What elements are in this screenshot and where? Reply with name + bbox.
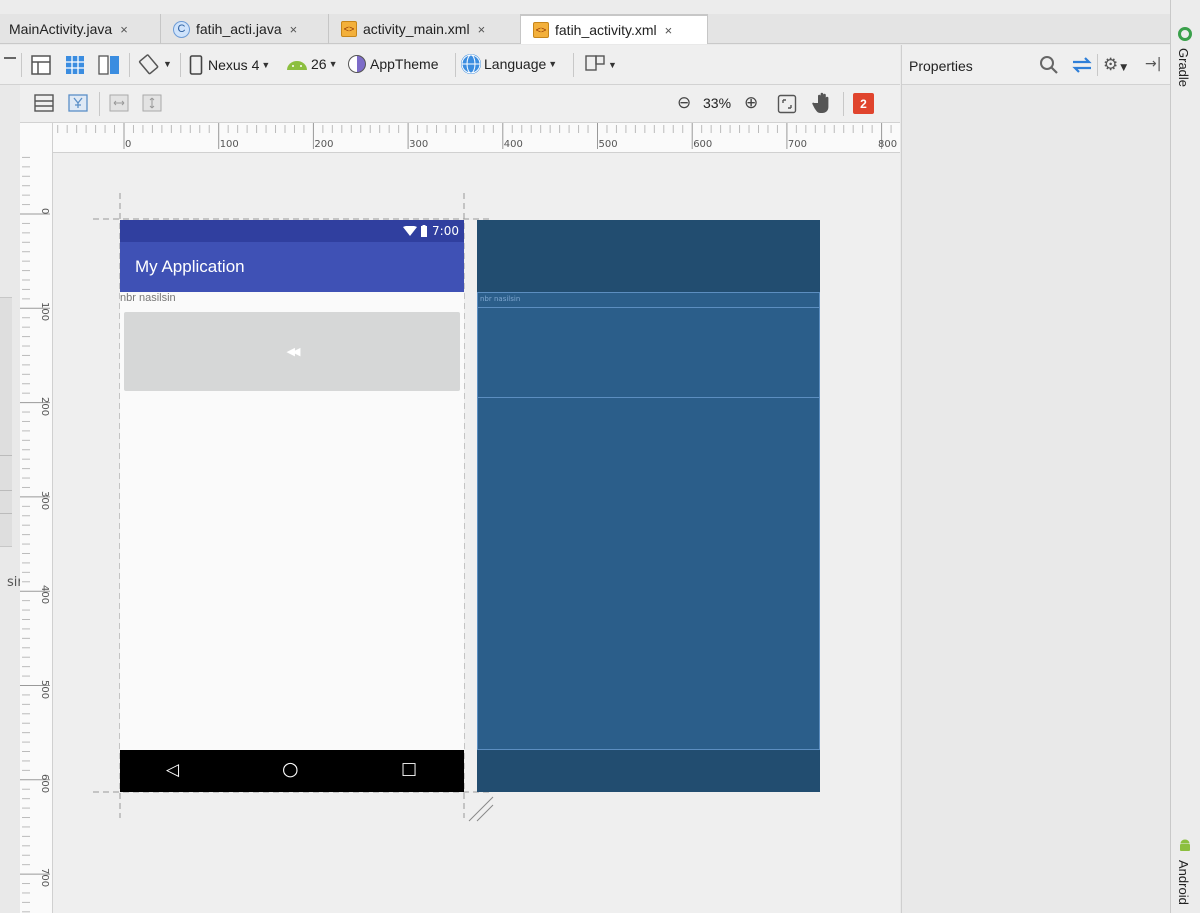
close-icon[interactable]: × [665,23,673,38]
ruler-tick-label: 300 [409,139,429,150]
tab-label: fatih_acti.java [196,21,282,37]
show-constraints-icon[interactable] [34,94,54,112]
ruler-tick-label: 600 [693,139,713,150]
image-button-preview[interactable]: ◀◀ [124,312,460,391]
xml-file-icon: <> [341,21,357,37]
close-icon[interactable]: × [120,22,128,37]
blueprint-text-label: nbr nasilsin [480,295,521,303]
swap-view-icon[interactable] [1070,56,1094,78]
zoom-out-button[interactable]: ⊖ [677,93,691,113]
vertical-ruler [20,123,53,913]
status-time: 7:00 [432,224,459,238]
zoom-level: 33% [703,95,732,111]
android-icon [287,61,307,70]
tab-label: MainActivity.java [9,21,113,37]
ruler-tick-label: 700 [39,868,50,888]
horizontal-ruler [20,123,900,153]
zoom-to-fit-icon[interactable] [777,94,797,114]
close-icon[interactable]: × [290,22,298,37]
gradle-panel-tab[interactable]: Gradle [1176,48,1191,87]
battery-icon [421,224,428,237]
device-name: Nexus 4 [208,57,260,73]
properties-title: Properties [909,58,973,74]
canvas-toolbar: ⊖ 33% ⊕ 2 [0,85,900,123]
theme-icon [348,55,366,73]
tab-main-activity-java[interactable]: MainActivity.java × [0,14,161,44]
rewind-icon: ◀◀ [286,345,301,358]
tab-label: fatih_activity.xml [555,22,657,38]
collapse-icon[interactable] [4,57,16,59]
search-icon[interactable] [1039,55,1059,79]
palette-collapsed-strip: sir [0,85,23,913]
ruler-tick-label: 0 [39,208,50,215]
design-preview-phone[interactable]: 7:00 My Application nbr nasilsin ◀◀ ◁ ○ … [120,220,464,792]
editor-tab-bar: MainActivity.java × C fatih_acti.java × … [0,0,1170,44]
pan-hand-icon[interactable] [812,91,834,115]
expand-horizontal-icon[interactable] [109,94,129,112]
blueprint-text-view[interactable]: nbr nasilsin [477,292,820,308]
orientation-icon[interactable]: ▼ [137,52,172,76]
tab-activity-main-xml[interactable]: <> activity_main.xml × [329,14,521,44]
android-panel-tab[interactable]: Android [1176,860,1191,905]
ruler-tick-label: 200 [314,139,334,150]
ruler-tick-label: 700 [787,139,807,150]
java-class-icon: C [173,20,190,38]
design-and-blueprint-icon[interactable] [97,54,121,76]
ruler-tick-label: 400 [39,585,50,605]
blueprint-preview[interactable]: nbr nasilsin [477,220,820,792]
ruler-tick-label: 500 [39,679,50,699]
navigation-bar: ◁ ○ □ [120,750,464,792]
zoom-in-button[interactable]: ⊕ [744,93,758,113]
status-bar: 7:00 [120,220,464,242]
autoconnect-icon[interactable] [68,94,88,112]
design-view-icon[interactable] [30,54,52,76]
theme-name: AppTheme [370,56,439,72]
blueprint-content-area [477,397,820,750]
expand-vertical-icon[interactable] [142,94,162,112]
recents-icon: □ [401,759,418,779]
globe-icon [461,54,481,74]
gradle-icon [1178,27,1192,41]
error-count-badge[interactable]: 2 [853,93,874,114]
android-icon [1179,838,1191,852]
text-view-preview[interactable]: nbr nasilsin [120,292,176,304]
ruler-tick-label: 100 [39,302,50,322]
phone-icon [189,55,203,75]
tab-label: activity_main.xml [363,21,470,37]
blueprint-image-button[interactable] [477,307,820,398]
gear-icon[interactable]: ⚙ ▼ [1103,55,1127,75]
hide-panel-icon[interactable]: →| [1145,56,1161,72]
theme-selector[interactable]: AppTheme [348,55,438,73]
ruler-tick-label: 0 [125,139,132,150]
close-icon[interactable]: × [478,22,486,37]
home-icon: ○ [282,758,299,780]
wifi-icon [403,225,418,236]
properties-header: Properties ⚙ ▼ →| [902,45,1170,85]
tab-fatih-activity-xml[interactable]: <> fatih_activity.xml × [521,14,708,44]
ruler-tick-label: 100 [219,139,239,150]
xml-file-icon: <> [533,22,549,38]
tab-bar-top-strip [0,0,1170,14]
back-icon: ◁ [166,760,180,780]
ruler-tick-label: 300 [39,490,50,510]
ruler-tick-label: 600 [39,773,50,793]
properties-panel: Properties ⚙ ▼ →| [901,45,1170,913]
api-level: 26 [311,56,327,72]
device-selector[interactable]: Nexus 4 ▼ [189,55,270,75]
app-title: My Application [135,257,245,276]
right-tool-window-bar: Gradle Android [1170,0,1200,913]
app-bar: My Application [120,242,464,292]
ruler-tick-label: 800 [878,139,898,150]
language-label: Language [484,56,547,72]
ruler-tick-label: 500 [598,139,618,150]
tab-fatih-acti-java[interactable]: C fatih_acti.java × [161,14,329,44]
ruler-tick-label: 200 [39,396,50,416]
language-selector[interactable]: Language ▼ [461,54,557,74]
design-toolbar: ▼ Nexus 4 ▼ 26 ▼ AppTheme Language ▼ ▼ [0,45,900,85]
layout-variants-icon[interactable]: ▼ [584,54,617,76]
ruler-tick-label: 400 [503,139,523,150]
blueprint-view-icon[interactable] [64,54,86,76]
api-level-selector[interactable]: 26 ▼ [285,56,338,72]
